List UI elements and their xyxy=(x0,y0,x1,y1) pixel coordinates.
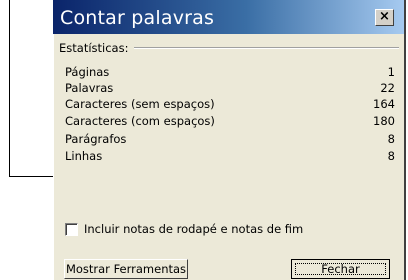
stat-value: 22 xyxy=(380,81,395,95)
close-icon[interactable]: × xyxy=(375,9,394,26)
stat-value: 8 xyxy=(387,132,395,146)
stat-row-pages: Páginas 1 xyxy=(65,65,395,80)
stat-label: Páginas xyxy=(65,65,110,79)
stat-value: 180 xyxy=(373,114,395,128)
stat-label: Linhas xyxy=(65,149,103,163)
stat-value: 8 xyxy=(387,149,395,163)
stat-label: Caracteres (com espaços) xyxy=(65,114,215,128)
close-button[interactable]: Fechar xyxy=(291,259,390,279)
title-bar[interactable]: Contar palavras × xyxy=(53,0,404,34)
stat-value: 164 xyxy=(373,97,395,111)
stat-row-chars-with-spaces: Caracteres (com espaços) 180 xyxy=(65,114,395,129)
statistics-group: Estatísticas: xyxy=(59,40,399,56)
stat-row-chars-no-spaces: Caracteres (sem espaços) 164 xyxy=(65,97,395,112)
group-divider xyxy=(134,47,399,49)
include-footnotes-checkbox[interactable] xyxy=(65,222,78,236)
include-footnotes-option[interactable]: Incluir notas de rodapé e notas de fim xyxy=(65,221,303,237)
statistics-label: Estatísticas: xyxy=(59,41,129,55)
word-count-dialog: Contar palavras × Estatísticas: Páginas … xyxy=(53,0,406,280)
include-footnotes-label[interactable]: Incluir notas de rodapé e notas de fim xyxy=(84,222,303,236)
stat-row-paragraphs: Parágrafos 8 xyxy=(65,132,395,147)
stat-row-lines: Linhas 8 xyxy=(65,149,395,164)
close-button-label: Fechar xyxy=(321,262,360,276)
dialog-title: Contar palavras xyxy=(60,7,215,29)
stat-label: Caracteres (sem espaços) xyxy=(65,97,215,111)
document-page-background xyxy=(9,0,54,177)
stat-label: Parágrafos xyxy=(65,132,127,146)
stat-row-words: Palavras 22 xyxy=(65,81,395,96)
show-toolbar-button[interactable]: Mostrar Ferramentas xyxy=(64,259,188,279)
stat-value: 1 xyxy=(387,65,395,79)
stat-label: Palavras xyxy=(65,81,114,95)
